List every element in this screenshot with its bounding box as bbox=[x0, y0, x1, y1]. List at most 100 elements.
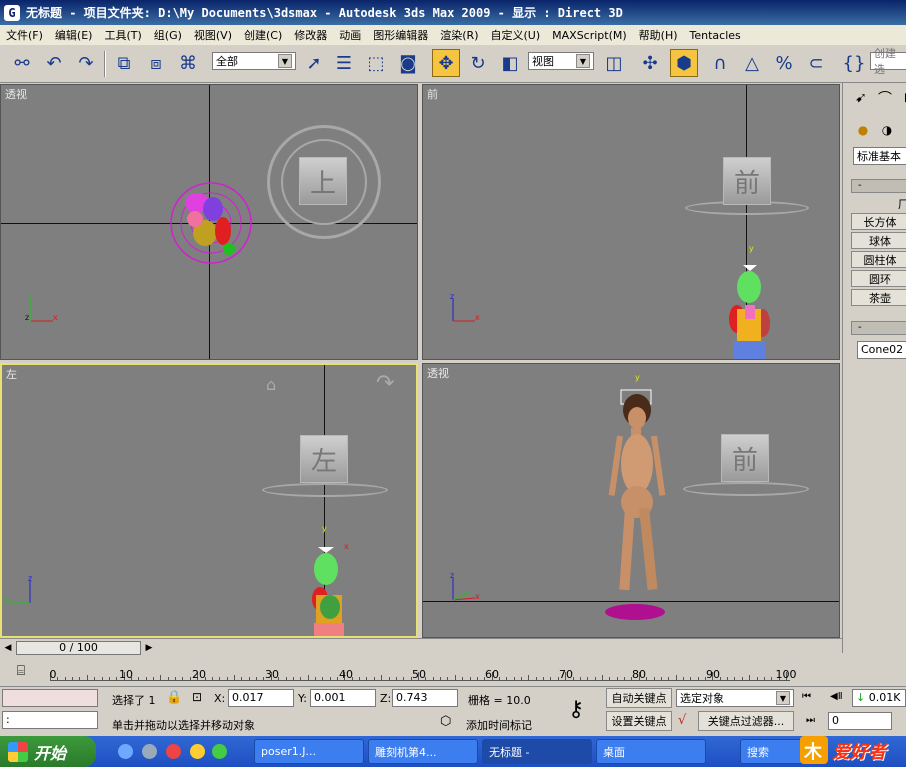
select-by-name-icon[interactable]: ☰ bbox=[330, 49, 358, 77]
viewport-label[interactable]: 透视 bbox=[427, 365, 449, 381]
rectangle-selection-icon[interactable]: ⬚ bbox=[362, 49, 390, 77]
lock-selection-icon[interactable]: 🔒 bbox=[166, 690, 182, 705]
unlink-icon[interactable]: ⧈ bbox=[142, 49, 170, 77]
bind-space-warp-icon[interactable]: ⌘ bbox=[174, 49, 202, 77]
quick-launch-icon[interactable] bbox=[142, 744, 157, 759]
teapot-button[interactable]: 茶壶 bbox=[851, 289, 906, 306]
create-tab-icon[interactable]: ➹ bbox=[851, 87, 871, 109]
menu-file[interactable]: 文件(F) bbox=[0, 27, 49, 43]
menu-rendering[interactable]: 渲染(R) bbox=[434, 27, 484, 43]
autogrid-checkbox[interactable]: 厂 bbox=[851, 195, 906, 212]
angle-snap-icon[interactable]: △ bbox=[738, 49, 766, 77]
object-name-input[interactable]: Cone02 bbox=[857, 341, 906, 359]
key-mode-dropdown[interactable]: 选定对象 ▼ bbox=[676, 689, 794, 707]
maxscript-mini-listener[interactable]: : bbox=[2, 711, 98, 729]
torus-button[interactable]: 圆环 bbox=[851, 270, 906, 287]
link-icon[interactable]: ⚯ bbox=[8, 49, 36, 77]
box-button[interactable]: 长方体 bbox=[851, 213, 906, 230]
quick-launch-icon[interactable] bbox=[212, 744, 227, 759]
viewcube-ring[interactable] bbox=[683, 482, 809, 496]
sphere-button[interactable]: 球体 bbox=[851, 232, 906, 249]
task-desktop[interactable]: 桌面 bbox=[596, 739, 706, 764]
scale-icon[interactable]: ◧ bbox=[496, 49, 524, 77]
viewcube[interactable]: 前 bbox=[723, 157, 771, 205]
window-crossing-icon[interactable]: ◙ bbox=[394, 49, 422, 77]
snaps-toggle-icon[interactable]: ∩ bbox=[706, 49, 734, 77]
menu-tools[interactable]: 工具(T) bbox=[98, 27, 147, 43]
menu-edit[interactable]: 编辑(E) bbox=[49, 27, 99, 43]
object-category-dropdown[interactable]: 标准基本 bbox=[853, 147, 906, 165]
figure-top-view[interactable] bbox=[167, 179, 257, 269]
set-key-button[interactable]: 设置关键点 bbox=[606, 711, 672, 731]
hierarchy-tab-icon[interactable]: ⊓ bbox=[899, 87, 906, 109]
viewcube[interactable]: 左 bbox=[300, 435, 348, 483]
add-time-tag[interactable]: 添加时间标记 bbox=[466, 717, 532, 733]
maxscript-mini-listener-top[interactable] bbox=[2, 689, 98, 707]
rotate-icon[interactable]: ↻ bbox=[464, 49, 492, 77]
task-search[interactable]: 搜索 bbox=[740, 739, 806, 764]
absolute-mode-icon[interactable]: ⊡ bbox=[192, 690, 202, 704]
time-config-field[interactable]: ↓ 0.01K bbox=[852, 689, 906, 707]
viewport-label[interactable]: 前 bbox=[427, 86, 438, 102]
time-tag-icon[interactable]: ⬡ bbox=[440, 714, 451, 729]
shapes-icon[interactable]: ◑ bbox=[877, 119, 897, 141]
start-button[interactable]: 开始 bbox=[0, 736, 96, 767]
keyboard-shortcut-override-icon[interactable]: ⬢ bbox=[670, 49, 698, 77]
goto-start-icon[interactable]: ⏮ bbox=[802, 691, 811, 702]
auto-key-button[interactable]: 自动关键点 bbox=[606, 688, 672, 708]
edit-named-selection-icon[interactable]: {} bbox=[840, 49, 868, 77]
viewcube-ring[interactable] bbox=[262, 483, 388, 497]
task-browser[interactable]: 雕刻机第4... bbox=[368, 739, 478, 764]
undo-icon[interactable]: ↶ bbox=[40, 49, 68, 77]
selection-filter-dropdown[interactable]: 全部 ▼ bbox=[212, 52, 296, 70]
menu-tentacles[interactable]: Tentacles bbox=[684, 29, 747, 42]
modify-tab-icon[interactable]: ⌒ bbox=[875, 87, 895, 109]
key-mode-toggle-icon[interactable]: ⏭ bbox=[806, 715, 815, 726]
viewport-top-left[interactable]: 透视 上 y x z bbox=[0, 84, 418, 360]
menu-graph-editors[interactable]: 图形编辑器 bbox=[367, 27, 434, 43]
object-type-rollout[interactable]: - bbox=[851, 179, 906, 193]
reference-coordinate-dropdown[interactable]: 视图 ▼ bbox=[528, 52, 594, 70]
current-frame-input[interactable]: 0 bbox=[828, 712, 892, 730]
viewport-top-right[interactable]: 前 前 y z x bbox=[422, 84, 840, 360]
redo-icon[interactable]: ↷ bbox=[72, 49, 100, 77]
track-bar-toggle-icon[interactable]: ⌸ bbox=[10, 660, 32, 682]
viewport-label[interactable]: 透视 bbox=[5, 86, 27, 102]
select-link-icon[interactable]: ⧉ bbox=[110, 49, 138, 77]
menu-customize[interactable]: 自定义(U) bbox=[485, 27, 547, 43]
pivot-center-icon[interactable]: ◫ bbox=[600, 49, 628, 77]
cylinder-button[interactable]: 圆柱体 bbox=[851, 251, 906, 268]
timeline-ruler[interactable]: ⌸ 0 10 20 30 40 50 60 70 80 90 100 bbox=[0, 656, 842, 686]
figure-perspective-view[interactable]: y bbox=[599, 372, 671, 622]
spinner-snap-icon[interactable]: ⊂ bbox=[802, 49, 830, 77]
orbit-arrow-icon[interactable]: ↷ bbox=[376, 371, 394, 396]
prev-frame-icon[interactable]: ◀Ⅱ bbox=[830, 691, 843, 702]
percent-snap-icon[interactable]: % bbox=[770, 49, 798, 77]
menu-group[interactable]: 组(G) bbox=[148, 27, 188, 43]
viewcube[interactable]: 上 bbox=[299, 157, 347, 205]
slider-prev-icon[interactable]: ◀ bbox=[2, 641, 14, 655]
z-coordinate-input[interactable]: 0.743 bbox=[392, 689, 458, 707]
menu-maxscript[interactable]: MAXScript(M) bbox=[546, 29, 633, 42]
select-object-icon[interactable]: ➚ bbox=[300, 49, 328, 77]
viewport-bottom-left[interactable]: 左 左 ⌂ ↷ y x z y bbox=[0, 363, 418, 638]
name-color-rollout[interactable]: - bbox=[851, 321, 906, 335]
figure-left-view[interactable]: y x bbox=[300, 523, 356, 638]
move-icon[interactable]: ✥ bbox=[432, 49, 460, 77]
y-coordinate-input[interactable]: 0.001 bbox=[310, 689, 376, 707]
quick-launch-icon[interactable] bbox=[166, 744, 181, 759]
task-poser[interactable]: poser1.J... bbox=[254, 739, 364, 764]
menu-create[interactable]: 创建(C) bbox=[238, 27, 288, 43]
home-icon[interactable]: ⌂ bbox=[266, 375, 276, 394]
task-3dsmax[interactable]: 无标题 - bbox=[482, 739, 592, 764]
x-coordinate-input[interactable]: 0.017 bbox=[228, 689, 294, 707]
geometry-icon[interactable]: ● bbox=[853, 119, 873, 141]
select-manipulate-icon[interactable]: ✣ bbox=[636, 49, 664, 77]
menu-help[interactable]: 帮助(H) bbox=[633, 27, 684, 43]
viewport-label[interactable]: 左 bbox=[6, 366, 17, 382]
time-slider[interactable]: 0 / 100 bbox=[16, 641, 141, 655]
viewport-bottom-right[interactable]: 透视 前 y z x bbox=[422, 363, 840, 638]
quick-launch-icon[interactable] bbox=[190, 744, 205, 759]
menu-modifiers[interactable]: 修改器 bbox=[288, 27, 333, 43]
set-key-icon[interactable]: ⚷ bbox=[568, 697, 584, 722]
